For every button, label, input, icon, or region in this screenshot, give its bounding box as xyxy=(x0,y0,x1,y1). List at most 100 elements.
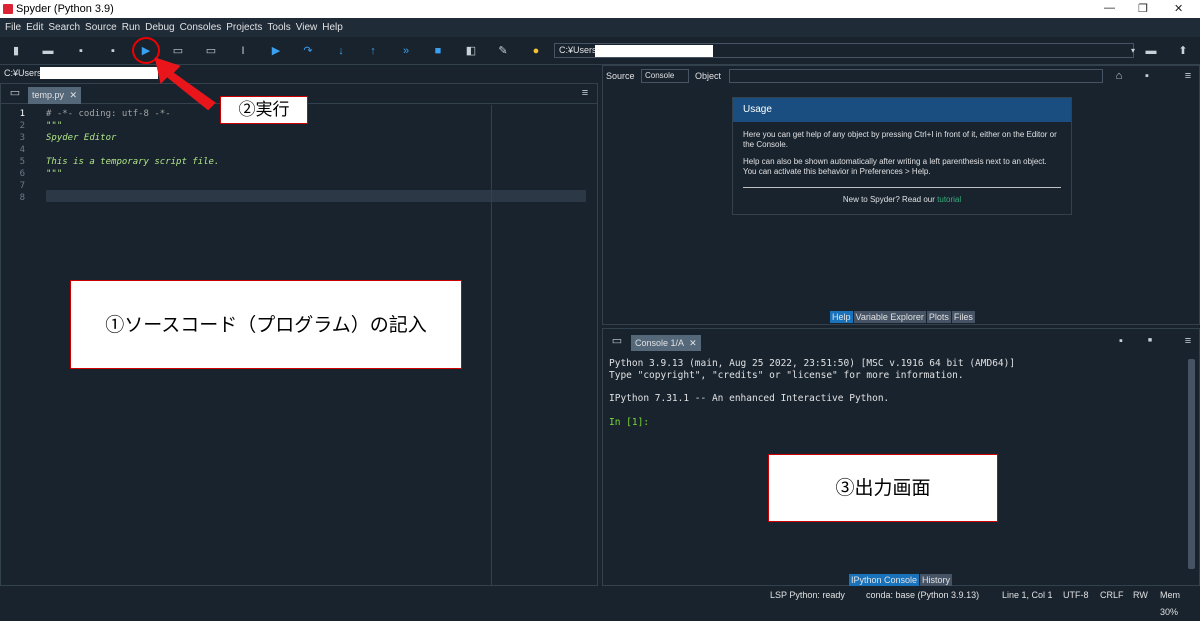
cursor-position: Line 1, Col 1 xyxy=(1002,590,1053,600)
line-number: 4 xyxy=(19,145,25,155)
run-selection-icon[interactable]: I xyxy=(237,45,249,57)
step-into-icon[interactable]: ↓ xyxy=(335,45,347,57)
tutorial-link[interactable]: tutorial xyxy=(937,195,961,204)
step-return-icon[interactable]: ↑ xyxy=(367,45,379,57)
minimize-button[interactable]: — xyxy=(1104,2,1115,14)
usage-panel: Usage Here you can get help of any objec… xyxy=(732,97,1072,215)
menu-run[interactable]: Run xyxy=(122,18,140,37)
tab-help[interactable]: Help xyxy=(830,311,853,323)
divider xyxy=(743,187,1061,188)
chevron-down-icon[interactable]: ▾ xyxy=(1127,45,1139,57)
preferences-wrench-icon[interactable]: ✎ xyxy=(497,45,509,57)
editor-path-bar: C:¥Users xyxy=(0,65,600,81)
code-line: """ xyxy=(46,121,63,131)
tab-variable-explorer[interactable]: Variable Explorer xyxy=(853,311,926,323)
annotation-run: ②実行 xyxy=(220,96,308,124)
redaction-box xyxy=(595,45,713,57)
close-tab-icon[interactable]: ✕ xyxy=(70,90,78,100)
edge-line xyxy=(491,105,492,585)
stop-debug-icon[interactable]: ■ xyxy=(432,45,444,57)
browse-tabs-icon[interactable]: ▭ xyxy=(9,87,21,99)
menu-edit[interactable]: Edit xyxy=(26,18,43,37)
console-scrollbar[interactable] xyxy=(1188,359,1195,569)
line-number: 8 xyxy=(19,193,25,203)
menu-source[interactable]: Source xyxy=(85,18,117,37)
close-button[interactable]: ✕ xyxy=(1174,2,1183,15)
console-line: Type "copyright", "credits" or "license"… xyxy=(609,370,964,381)
line-number-gutter: 1 2 3 4 5 6 7 8 xyxy=(1,105,45,585)
usage-text-1: Here you can get help of any object by p… xyxy=(743,130,1057,149)
menu-search[interactable]: Search xyxy=(48,18,80,37)
source-label: Source xyxy=(606,71,635,81)
current-line-highlight xyxy=(46,190,586,202)
annotation-editor: ①ソースコード（プログラム）の記入 xyxy=(70,280,462,369)
conda-env: conda: base (Python 3.9.13) xyxy=(866,590,980,600)
menu-tools[interactable]: Tools xyxy=(267,18,290,37)
lock-icon[interactable]: ▪ xyxy=(1141,70,1153,82)
new-file-icon[interactable]: ▮ xyxy=(10,45,22,57)
line-number: 1 xyxy=(19,109,25,119)
options-menu-icon[interactable]: ≡ xyxy=(1182,70,1194,82)
menu-bar: File Edit Search Source Run Debug Consoles Proj… xyxy=(0,18,1200,37)
menu-file[interactable]: File xyxy=(5,18,21,37)
menu-help[interactable]: Help xyxy=(322,18,343,37)
tab-ipython-console[interactable]: IPython Console xyxy=(849,574,920,586)
menu-view[interactable]: View xyxy=(296,18,318,37)
line-number: 2 xyxy=(19,121,25,131)
browse-folder-icon[interactable]: ▬ xyxy=(1145,45,1157,57)
usage-text-2: Help can also be shown automatically aft… xyxy=(743,157,1047,176)
save-all-icon[interactable]: ▪ xyxy=(107,45,119,57)
open-file-icon[interactable]: ▬ xyxy=(42,45,54,57)
usage-title: Usage xyxy=(733,98,1071,122)
tab-console-1a[interactable]: Console 1/A ✕ xyxy=(631,335,701,351)
console-pane-tabs: IPython Console History xyxy=(849,574,953,586)
options-menu-icon[interactable]: ≡ xyxy=(1182,335,1194,347)
stop-kernel-icon[interactable]: ■ xyxy=(1144,335,1156,347)
console-line: Python 3.9.13 (main, Aug 25 2022, 23:51:… xyxy=(609,358,1016,369)
home-icon[interactable]: ⌂ xyxy=(1113,70,1125,82)
line-number: 6 xyxy=(19,169,25,179)
line-number: 5 xyxy=(19,157,25,167)
close-tab-icon[interactable]: ✕ xyxy=(689,338,697,348)
line-number: 3 xyxy=(19,133,25,143)
editor-path: C:¥Users xyxy=(4,68,42,78)
console-prompt[interactable]: In [1]: xyxy=(609,417,649,428)
title-bar: Spyder (Python 3.9) — ❐ ✕ xyxy=(0,0,1200,18)
memory-usage: Mem 30% xyxy=(1160,590,1180,617)
tab-temp-py[interactable]: temp.py ✕ xyxy=(28,87,82,104)
redaction-box xyxy=(40,67,158,79)
line-number: 7 xyxy=(19,181,25,191)
object-input[interactable] xyxy=(729,69,1103,83)
source-value: Console xyxy=(645,71,675,80)
rw-mode: RW xyxy=(1133,590,1148,600)
python-path-icon[interactable]: ● xyxy=(530,45,542,57)
working-directory-value: C:¥Users xyxy=(559,45,597,55)
save-icon[interactable]: ▪ xyxy=(75,45,87,57)
working-directory-input[interactable]: C:¥Users xyxy=(554,43,1134,58)
spyder-logo-icon xyxy=(3,4,13,14)
console-line: IPython 7.31.1 -- An enhanced Interactiv… xyxy=(609,393,890,404)
continue-icon[interactable]: » xyxy=(400,45,412,57)
menu-projects[interactable]: Projects xyxy=(226,18,262,37)
tab-label: temp.py xyxy=(32,90,65,100)
tab-history[interactable]: History xyxy=(920,574,953,586)
copy-icon[interactable]: ▪ xyxy=(1115,335,1127,347)
help-pane: Source Console Object ⌂ ▪ ≡ Usage Here y… xyxy=(602,65,1200,325)
maximize-button[interactable]: ❐ xyxy=(1138,2,1148,15)
menu-debug[interactable]: Debug xyxy=(145,18,174,37)
tab-plots[interactable]: Plots xyxy=(926,311,951,323)
debug-icon[interactable]: ▶ xyxy=(270,45,282,57)
tab-files[interactable]: Files xyxy=(951,311,975,323)
source-combo[interactable]: Console xyxy=(641,69,689,83)
console-tab-label: Console 1/A xyxy=(635,338,684,348)
browse-tabs-icon[interactable]: ▭ xyxy=(611,335,623,347)
menu-consoles[interactable]: Consoles xyxy=(180,18,222,37)
usage-footer: New to Spyder? Read our xyxy=(842,195,935,204)
maximize-pane-icon[interactable]: ◧ xyxy=(465,45,477,57)
step-icon[interactable]: ↷ xyxy=(302,45,314,57)
code-line: """ xyxy=(46,169,63,179)
options-menu-icon[interactable]: ≡ xyxy=(579,87,591,99)
parent-directory-icon[interactable]: ⬆ xyxy=(1177,45,1189,57)
code-line: # -*- coding: utf-8 -*- xyxy=(46,109,171,119)
encoding: UTF-8 xyxy=(1063,590,1089,600)
